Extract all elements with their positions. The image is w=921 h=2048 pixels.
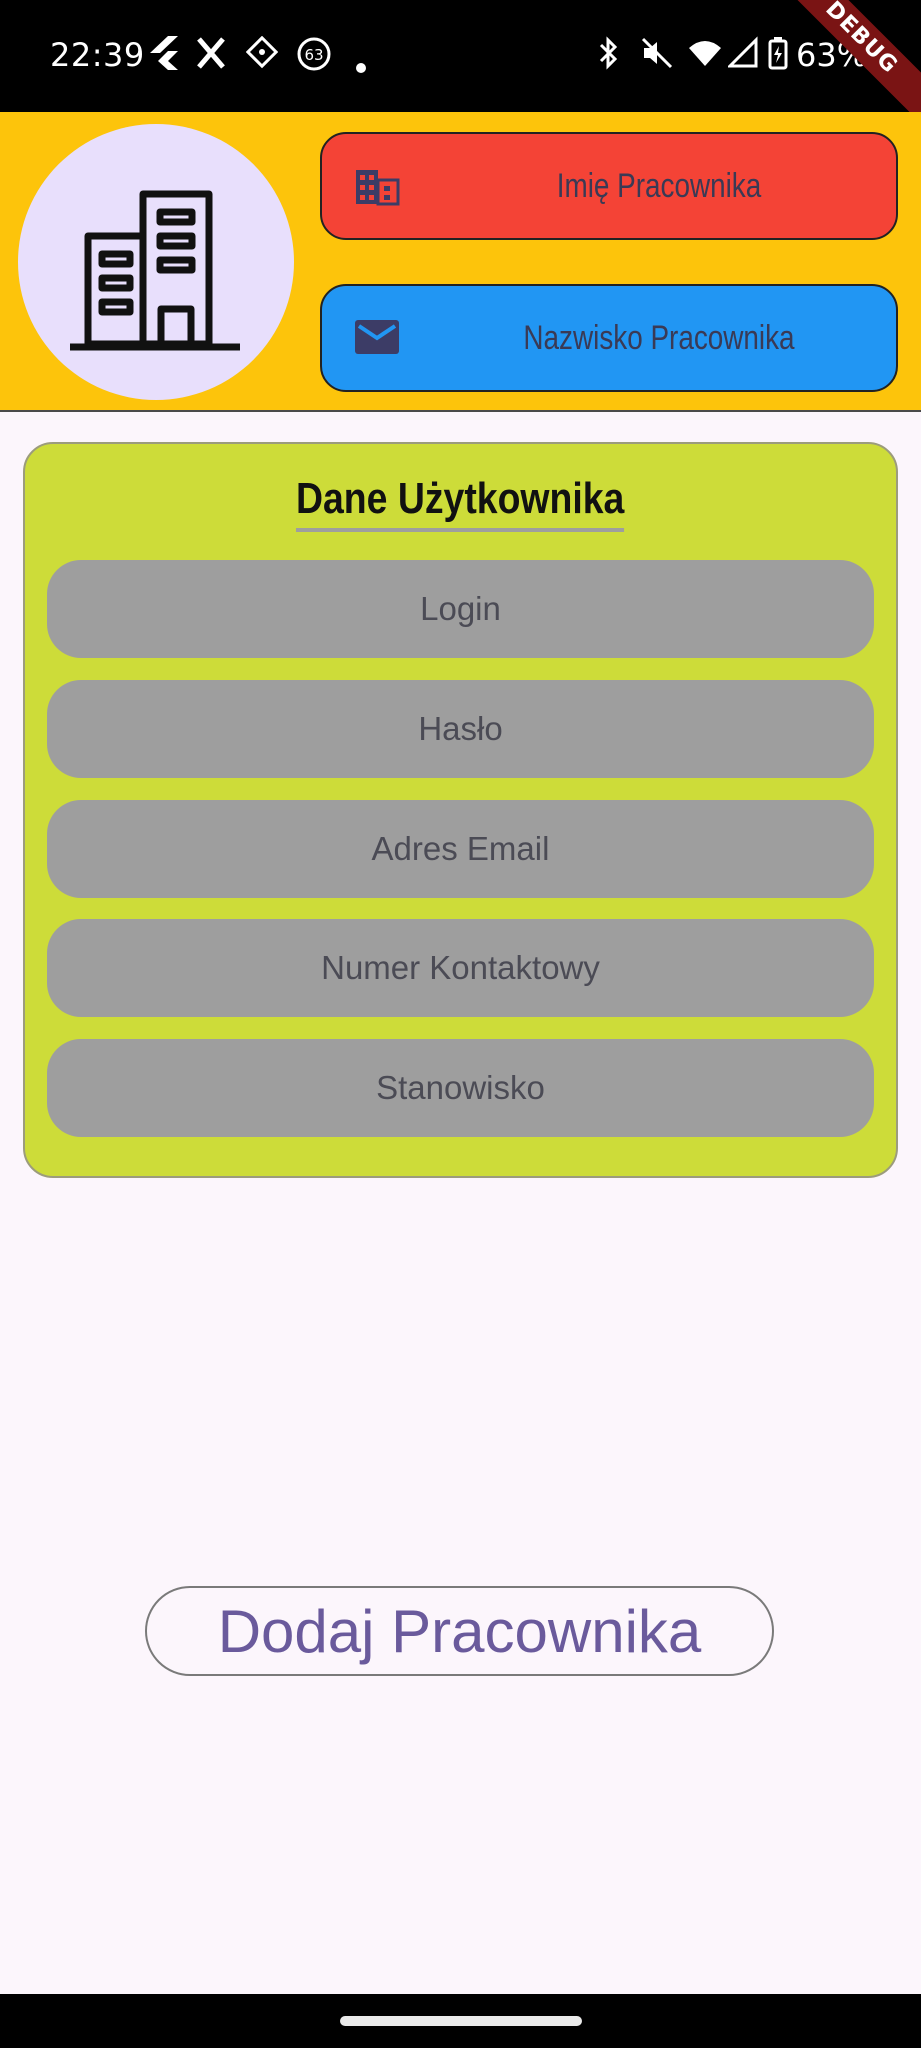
x-icon (196, 36, 226, 81)
position-field[interactable]: Stanowisko (47, 1039, 874, 1137)
notification-count: 63 (304, 46, 323, 64)
bluetooth-icon (596, 36, 622, 81)
status-time: 22:39 (50, 36, 145, 74)
app-icon (245, 35, 279, 81)
phone-field[interactable]: Numer Kontaktowy (47, 919, 874, 1017)
battery-icon (768, 36, 788, 81)
header: Imię Pracownika Nazwisko Pracownika (0, 112, 921, 412)
first-name-button[interactable]: Imię Pracownika (320, 132, 898, 240)
home-handle[interactable] (340, 2016, 582, 2026)
mute-icon (640, 36, 674, 81)
email-icon (354, 318, 400, 361)
signal-icon (726, 36, 758, 81)
user-data-card: Dane Użytkownika Login Hasło Adres Email… (23, 442, 898, 1178)
card-title-text: Dane Użytkownika (296, 474, 625, 532)
building-icon (70, 190, 240, 351)
status-bar: 22:39 63 63% DEBUG (0, 0, 921, 136)
email-field[interactable]: Adres Email (47, 800, 874, 898)
first-name-label: Imię Pracownika (556, 166, 762, 205)
add-employee-button[interactable]: Dodaj Pracownika (145, 1586, 774, 1676)
business-icon (354, 166, 400, 211)
login-field[interactable]: Login (47, 560, 874, 658)
dot-icon (356, 44, 366, 84)
avatar (18, 124, 294, 400)
last-name-label: Nazwisko Pracownika (523, 318, 795, 357)
wifi-icon (688, 36, 722, 81)
password-field[interactable]: Hasło (47, 680, 874, 778)
last-name-button[interactable]: Nazwisko Pracownika (320, 284, 898, 392)
card-title: Dane Użytkownika (25, 474, 896, 532)
navigation-bar (0, 1994, 921, 2048)
flutter-icon (150, 36, 178, 81)
badge-icon: 63 (296, 36, 332, 83)
